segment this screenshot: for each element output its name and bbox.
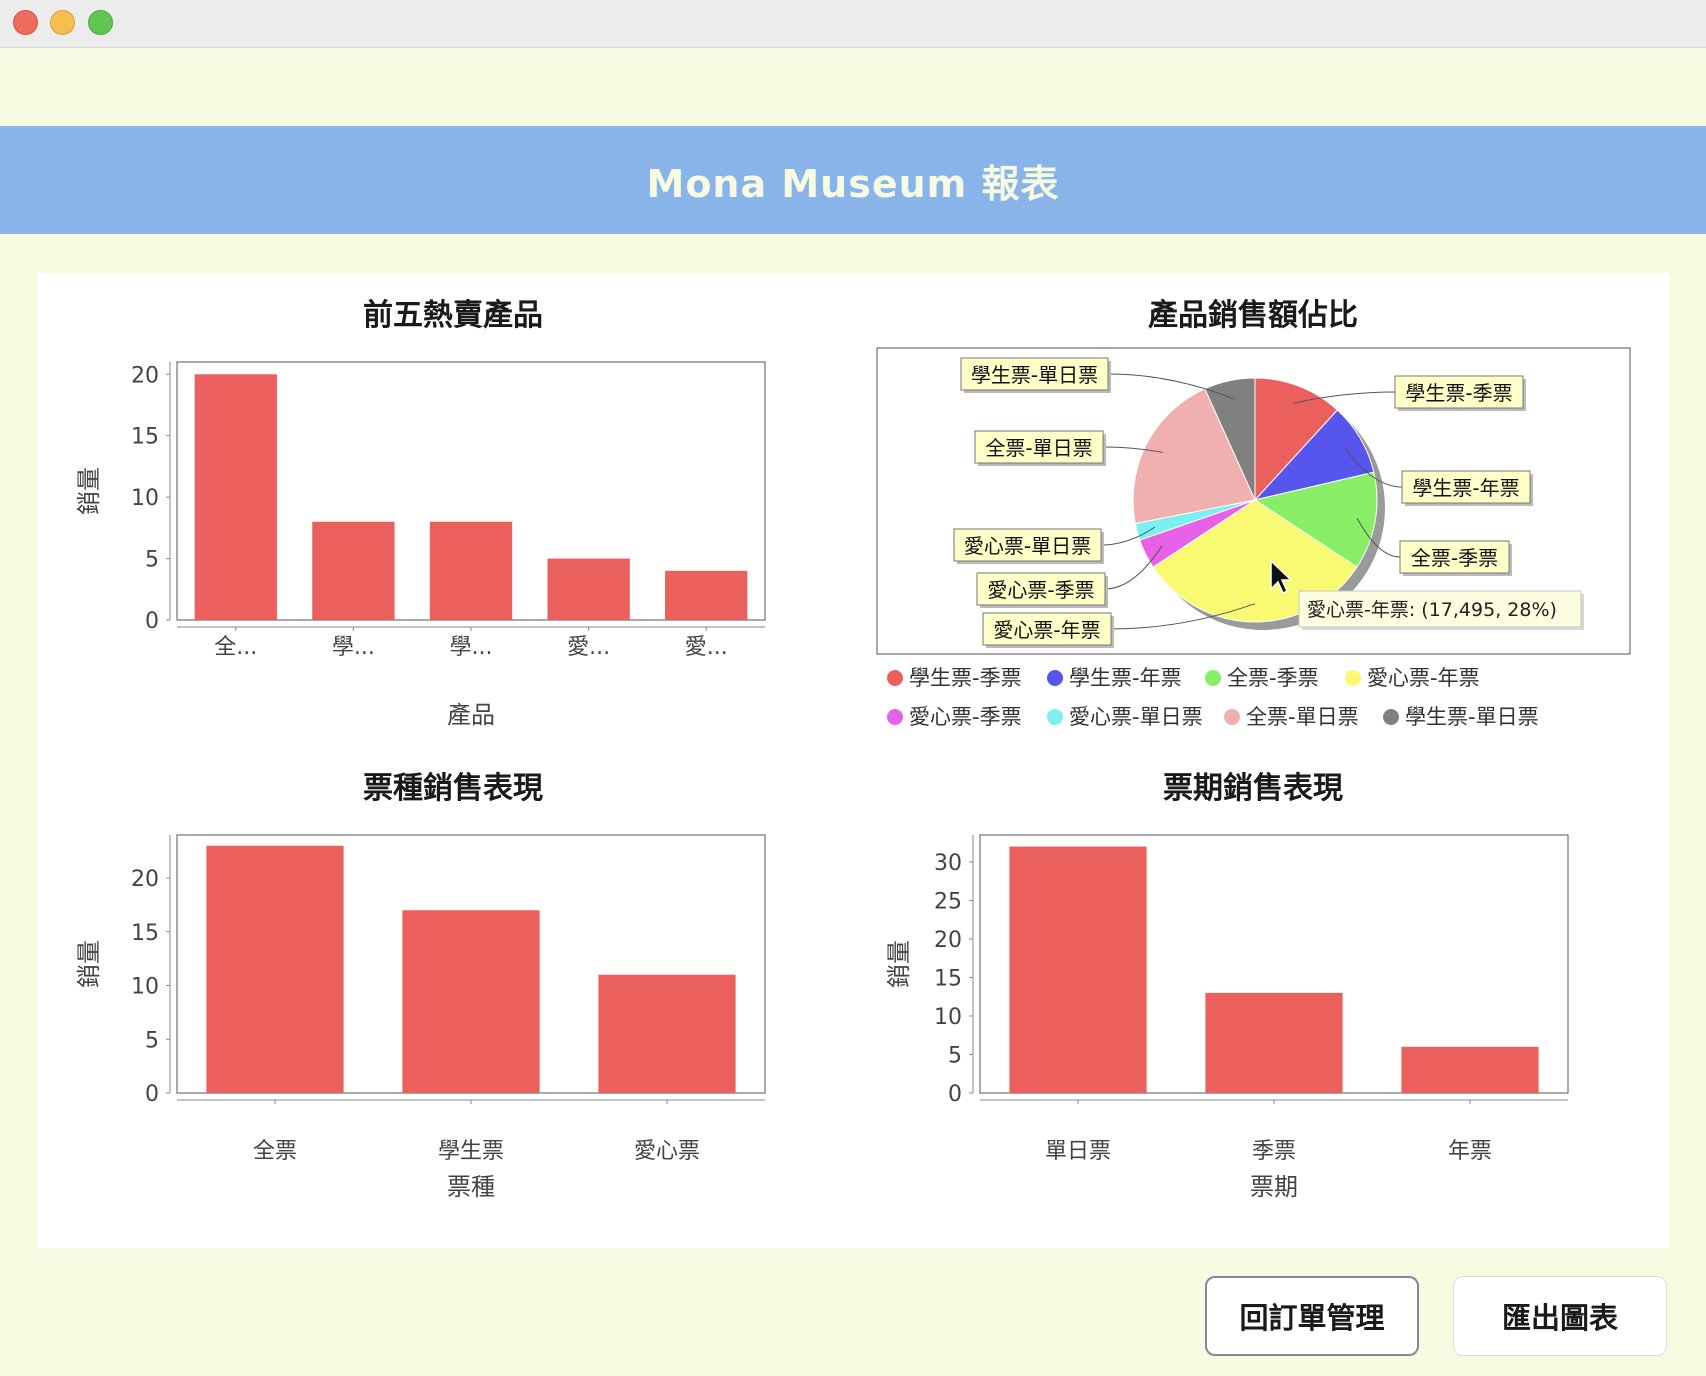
y-tick-label: 5 bbox=[948, 1043, 962, 1068]
legend-swatch bbox=[887, 709, 903, 725]
y-axis-label: 銷量 bbox=[75, 940, 103, 988]
bar bbox=[665, 570, 748, 620]
x-tick-label: 學生票 bbox=[438, 1139, 504, 1164]
legend-label: 全票-季票 bbox=[1227, 666, 1319, 690]
chart-title: 產品銷售額佔比 bbox=[1148, 298, 1358, 333]
y-tick-label: 20 bbox=[934, 928, 962, 953]
x-tick-label: 全票 bbox=[253, 1139, 297, 1164]
y-tick-label: 10 bbox=[934, 1005, 962, 1030]
legend-swatch bbox=[1383, 709, 1399, 725]
close-window-button[interactable] bbox=[13, 10, 38, 35]
bar bbox=[312, 521, 395, 620]
pie-slice-label: 愛心票-單日票 bbox=[964, 534, 1091, 558]
report-header: Mona Museum 報表 bbox=[0, 126, 1706, 234]
pie-slice-label: 愛心票-年票 bbox=[993, 618, 1100, 642]
x-axis-label: 產品 bbox=[447, 701, 495, 729]
bar bbox=[194, 374, 277, 620]
pie-slice-label: 全票-單日票 bbox=[985, 436, 1092, 460]
pie-slice-label: 學生票-季票 bbox=[1405, 381, 1512, 405]
bar bbox=[206, 845, 344, 1093]
x-tick-label: 愛心票 bbox=[634, 1139, 700, 1164]
pie-slice-label: 愛心票-季票 bbox=[987, 578, 1094, 602]
bar bbox=[598, 974, 736, 1093]
pie-slice-label: 全票-季票 bbox=[1411, 546, 1498, 570]
bar bbox=[1205, 992, 1343, 1093]
legend-label: 學生票-單日票 bbox=[1405, 705, 1539, 729]
legend-label: 愛心票-年票 bbox=[1367, 666, 1480, 690]
x-tick-label: 愛... bbox=[685, 635, 728, 660]
window-titlebar bbox=[0, 0, 1706, 48]
legend-label: 愛心票-單日票 bbox=[1069, 705, 1203, 729]
y-tick-label: 20 bbox=[131, 363, 159, 388]
x-tick-label: 單日票 bbox=[1045, 1139, 1111, 1164]
pie-slice-label: 學生票-單日票 bbox=[971, 363, 1098, 387]
chart-title: 票期銷售表現 bbox=[1163, 771, 1343, 806]
bar bbox=[547, 558, 630, 620]
x-tick-label: 全... bbox=[214, 635, 257, 660]
x-axis-label: 票種 bbox=[447, 1173, 495, 1201]
bar bbox=[1401, 1046, 1539, 1093]
back-to-orders-button[interactable]: 回訂單管理 bbox=[1205, 1276, 1419, 1356]
x-tick-label: 學... bbox=[450, 635, 493, 660]
chart-title: 前五熱賣產品 bbox=[363, 298, 543, 333]
pie-slice-label: 學生票-年票 bbox=[1412, 476, 1519, 500]
x-tick-label: 年票 bbox=[1448, 1139, 1492, 1164]
tooltip-text: 愛心票-年票: (17,495, 28%) bbox=[1307, 599, 1557, 621]
y-tick-label: 15 bbox=[131, 425, 159, 450]
legend-swatch bbox=[1047, 670, 1063, 686]
y-tick-label: 15 bbox=[131, 921, 159, 946]
charts-canvas: 前五熱賣產品05101520全... 學... 學... 愛... 愛...產品銷量票種… bbox=[75, 298, 1631, 1201]
legend-swatch bbox=[1224, 709, 1240, 725]
x-axis-label: 票期 bbox=[1250, 1173, 1298, 1201]
maximize-window-button[interactable] bbox=[88, 10, 113, 35]
legend-label: 學生票-年票 bbox=[1069, 666, 1182, 690]
legend-label: 愛心票-季票 bbox=[909, 705, 1022, 729]
x-tick-label: 學... bbox=[332, 635, 375, 660]
y-axis-label: 銷量 bbox=[885, 940, 913, 988]
y-tick-label: 10 bbox=[131, 975, 159, 1000]
minimize-window-button[interactable] bbox=[50, 10, 75, 35]
y-tick-label: 15 bbox=[934, 966, 962, 991]
export-charts-button[interactable]: 匯出圖表 bbox=[1453, 1276, 1667, 1356]
y-tick-label: 20 bbox=[131, 867, 159, 892]
y-tick-label: 25 bbox=[934, 889, 962, 914]
legend-swatch bbox=[1345, 670, 1361, 686]
legend-swatch bbox=[887, 670, 903, 686]
x-tick-label: 季票 bbox=[1252, 1139, 1296, 1164]
y-tick-label: 5 bbox=[145, 1028, 159, 1053]
report-title: Mona Museum 報表 bbox=[646, 161, 1060, 206]
bar bbox=[1009, 846, 1147, 1093]
y-tick-label: 0 bbox=[145, 1082, 159, 1107]
x-tick-label: 愛... bbox=[567, 635, 610, 660]
chart-title: 票種銷售表現 bbox=[363, 771, 543, 806]
legend-swatch bbox=[1205, 670, 1221, 686]
legend-swatch bbox=[1047, 709, 1063, 725]
charts-panel: 前五熱賣產品 0 5 10 15 20 全... 學... 學... 愛... 愛... 產品 銷量 票種… bbox=[37, 273, 1669, 1248]
y-tick-label: 10 bbox=[131, 486, 159, 511]
y-tick-label: 0 bbox=[948, 1082, 962, 1107]
y-axis-label: 銷量 bbox=[75, 467, 103, 515]
y-tick-label: 0 bbox=[145, 609, 159, 634]
bar bbox=[402, 910, 540, 1093]
y-tick-label: 5 bbox=[145, 548, 159, 573]
legend-label: 全票-單日票 bbox=[1246, 705, 1359, 729]
y-tick-label: 30 bbox=[934, 851, 962, 876]
legend-label: 學生票-季票 bbox=[909, 666, 1022, 690]
bar bbox=[429, 521, 513, 620]
